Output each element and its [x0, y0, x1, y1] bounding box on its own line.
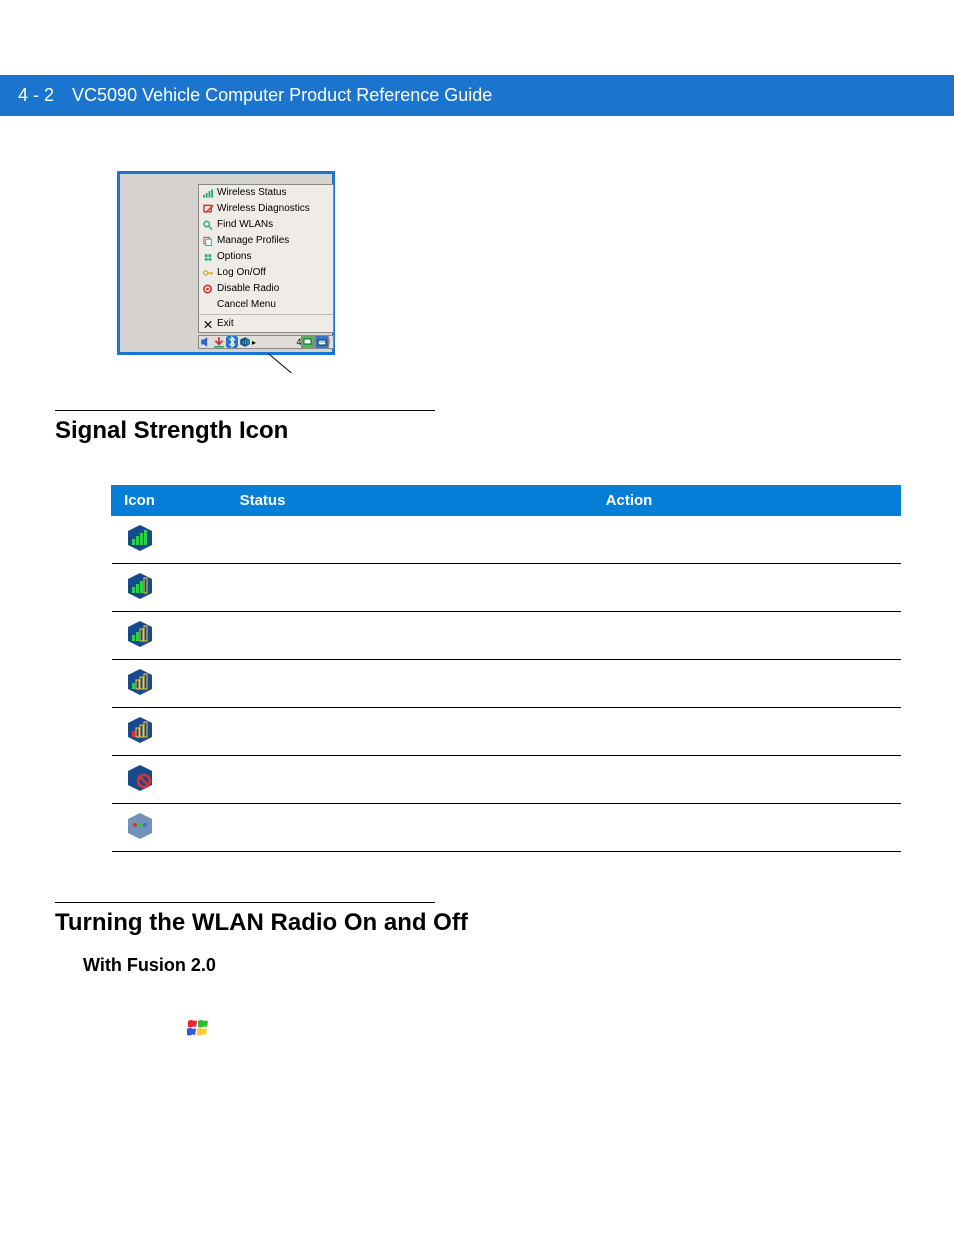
- signal-very-good-icon: [125, 572, 155, 600]
- table-row: [112, 564, 901, 612]
- search-icon: [202, 220, 214, 230]
- signal-poor-icon: [125, 716, 155, 744]
- key-icon: [202, 268, 214, 278]
- tray-signal-icon[interactable]: [239, 336, 251, 348]
- menu-label: Disable Radio: [217, 282, 279, 296]
- signal-icon: [202, 188, 214, 198]
- th-action: Action: [358, 486, 901, 516]
- cell-status: [168, 708, 358, 756]
- cell-action: [358, 612, 901, 660]
- menu-item-options[interactable]: Options: [199, 249, 333, 265]
- page-header: 4 - 2 VC5090 Vehicle Computer Product Re…: [0, 75, 954, 116]
- menu-label: Cancel Menu: [217, 298, 276, 312]
- cell-status: [168, 756, 358, 804]
- cell-action: [358, 708, 901, 756]
- menu-item-wireless-status[interactable]: Wireless Status: [199, 185, 333, 201]
- menu-item-manage-profiles[interactable]: Manage Profiles: [199, 233, 333, 249]
- tray-bluetooth-icon[interactable]: [226, 336, 238, 348]
- page-content: Wireless Status Wireless Diagnostics Fin…: [0, 116, 954, 1087]
- signal-out-of-range-icon: [125, 764, 155, 792]
- table-row: [112, 516, 901, 564]
- close-icon: [202, 319, 214, 329]
- cell-action: [358, 804, 901, 852]
- section-rule: [55, 410, 435, 411]
- th-icon: Icon: [112, 486, 168, 516]
- diagnostics-icon: [202, 204, 214, 214]
- table-row: [112, 804, 901, 852]
- options-icon: [202, 252, 214, 262]
- cell-status: [168, 516, 358, 564]
- menu-label: Wireless Diagnostics: [217, 202, 310, 216]
- signal-strength-table: Icon Status Action: [111, 485, 901, 852]
- subsection-fusion: With Fusion 2.0: [83, 955, 899, 976]
- menu-label: Exit: [217, 317, 234, 331]
- cell-status: [168, 564, 358, 612]
- tray-speaker-icon[interactable]: [200, 336, 212, 348]
- cell-action: [358, 516, 901, 564]
- blank-icon: [202, 300, 214, 310]
- menu-item-wireless-diag[interactable]: Wireless Diagnostics: [199, 201, 333, 217]
- cell-status: [168, 612, 358, 660]
- page-number: 4 - 2: [18, 85, 54, 106]
- menu-label: Log On/Off: [217, 266, 266, 280]
- wireless-menu-panel: Wireless Status Wireless Diagnostics Fin…: [198, 184, 334, 333]
- signal-good-icon: [125, 620, 155, 648]
- section-signal-strength: Signal Strength Icon: [55, 417, 899, 445]
- menu-item-disable-radio[interactable]: Disable Radio: [199, 281, 333, 297]
- menu-item-log-on-off[interactable]: Log On/Off: [199, 265, 333, 281]
- doc-title: VC5090 Vehicle Computer Product Referenc…: [72, 85, 492, 106]
- table-row: [112, 612, 901, 660]
- signal-excellent-icon: [125, 524, 155, 552]
- profiles-icon: [202, 236, 214, 246]
- keyboard-button[interactable]: [315, 335, 329, 349]
- device-screenshot: Wireless Status Wireless Diagnostics Fin…: [117, 171, 335, 355]
- menu-label: Manage Profiles: [217, 234, 289, 248]
- menu-label: Options: [217, 250, 251, 264]
- disable-icon: [202, 284, 214, 294]
- windows-start-icon: [185, 1016, 899, 1047]
- table-row: [112, 708, 901, 756]
- th-status: Status: [168, 486, 358, 516]
- section-rule: [55, 902, 435, 903]
- menu-separator: [199, 314, 333, 315]
- signal-no-card-icon: [125, 812, 155, 840]
- menu-label: Wireless Status: [217, 186, 286, 200]
- table-row: [112, 756, 901, 804]
- menu-item-find-wlans[interactable]: Find WLANs: [199, 217, 333, 233]
- cell-status: [168, 660, 358, 708]
- menu-item-exit[interactable]: Exit: [199, 316, 333, 332]
- menu-label: Find WLANs: [217, 218, 273, 232]
- signal-fair-icon: [125, 668, 155, 696]
- cell-action: [358, 756, 901, 804]
- cell-action: [358, 564, 901, 612]
- tray-download-icon[interactable]: [213, 336, 225, 348]
- cell-status: [168, 804, 358, 852]
- section-turning-radio: Turning the WLAN Radio On and Off: [55, 909, 899, 937]
- menu-item-cancel[interactable]: Cancel Menu: [199, 297, 333, 313]
- tray-arrow-icon: ▸: [252, 338, 256, 347]
- cell-action: [358, 660, 901, 708]
- table-row: [112, 660, 901, 708]
